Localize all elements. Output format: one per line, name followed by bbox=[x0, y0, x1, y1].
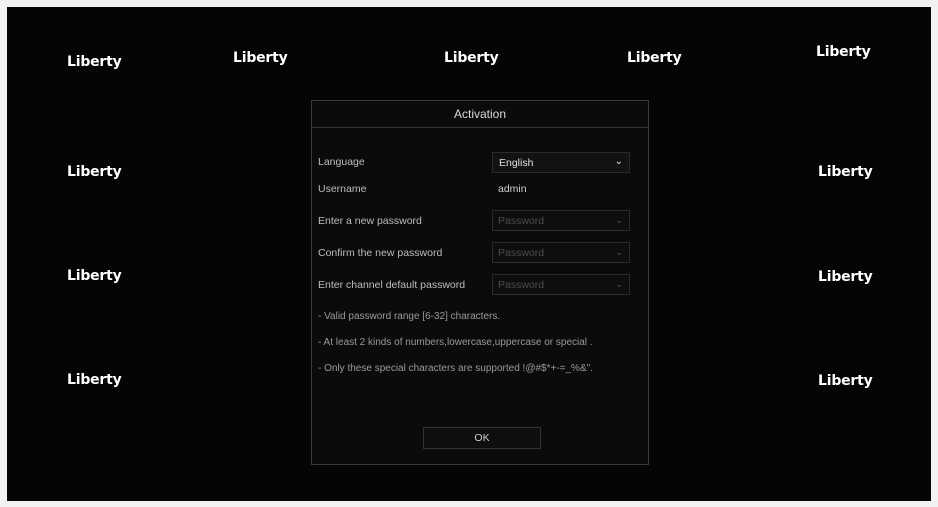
chevron-down-icon: ⌄ bbox=[615, 247, 623, 257]
activation-dialog: Activation Language English ⌄ Username a… bbox=[311, 100, 649, 465]
new-password-label: Enter a new password bbox=[318, 215, 422, 227]
username-value: admin bbox=[498, 183, 527, 195]
brand-logo: Liberty bbox=[818, 373, 873, 389]
chevron-down-icon: ⌄ bbox=[615, 215, 623, 225]
password-rule-note: - At least 2 kinds of numbers,lowercase,… bbox=[318, 337, 593, 348]
ok-button[interactable]: OK bbox=[423, 427, 541, 449]
channel-password-label: Enter channel default password bbox=[318, 279, 466, 291]
channel-password-placeholder: Password bbox=[498, 279, 545, 291]
chevron-down-icon: ⌄ bbox=[615, 279, 623, 289]
password-rule-note: - Only these special characters are supp… bbox=[318, 363, 593, 374]
language-value: English bbox=[499, 157, 534, 169]
brand-logo: Liberty bbox=[67, 372, 122, 388]
brand-logo: Liberty bbox=[627, 50, 682, 66]
brand-logo: Liberty bbox=[233, 50, 288, 66]
brand-logo: Liberty bbox=[818, 269, 873, 285]
dialog-title: Activation bbox=[312, 101, 648, 128]
confirm-password-label: Confirm the new password bbox=[318, 247, 443, 259]
confirm-password-placeholder: Password bbox=[498, 247, 545, 259]
new-password-field[interactable]: Password ⌄ bbox=[492, 210, 630, 231]
confirm-password-field[interactable]: Password ⌄ bbox=[492, 242, 630, 263]
screen: Liberty Liberty Liberty Liberty Liberty … bbox=[7, 7, 931, 501]
brand-logo: Liberty bbox=[67, 268, 122, 284]
brand-logo: Liberty bbox=[67, 164, 122, 180]
brand-logo: Liberty bbox=[444, 50, 499, 66]
brand-logo: Liberty bbox=[67, 54, 122, 70]
chevron-down-icon: ⌄ bbox=[614, 156, 623, 167]
brand-logo: Liberty bbox=[816, 44, 871, 60]
new-password-placeholder: Password bbox=[498, 215, 545, 227]
username-label: Username bbox=[318, 183, 367, 195]
channel-password-field[interactable]: Password ⌄ bbox=[492, 274, 630, 295]
brand-logo: Liberty bbox=[818, 164, 873, 180]
language-select[interactable]: English ⌄ bbox=[492, 152, 630, 173]
password-rule-note: - Valid password range [6-32] characters… bbox=[318, 311, 501, 322]
language-label: Language bbox=[318, 156, 365, 168]
